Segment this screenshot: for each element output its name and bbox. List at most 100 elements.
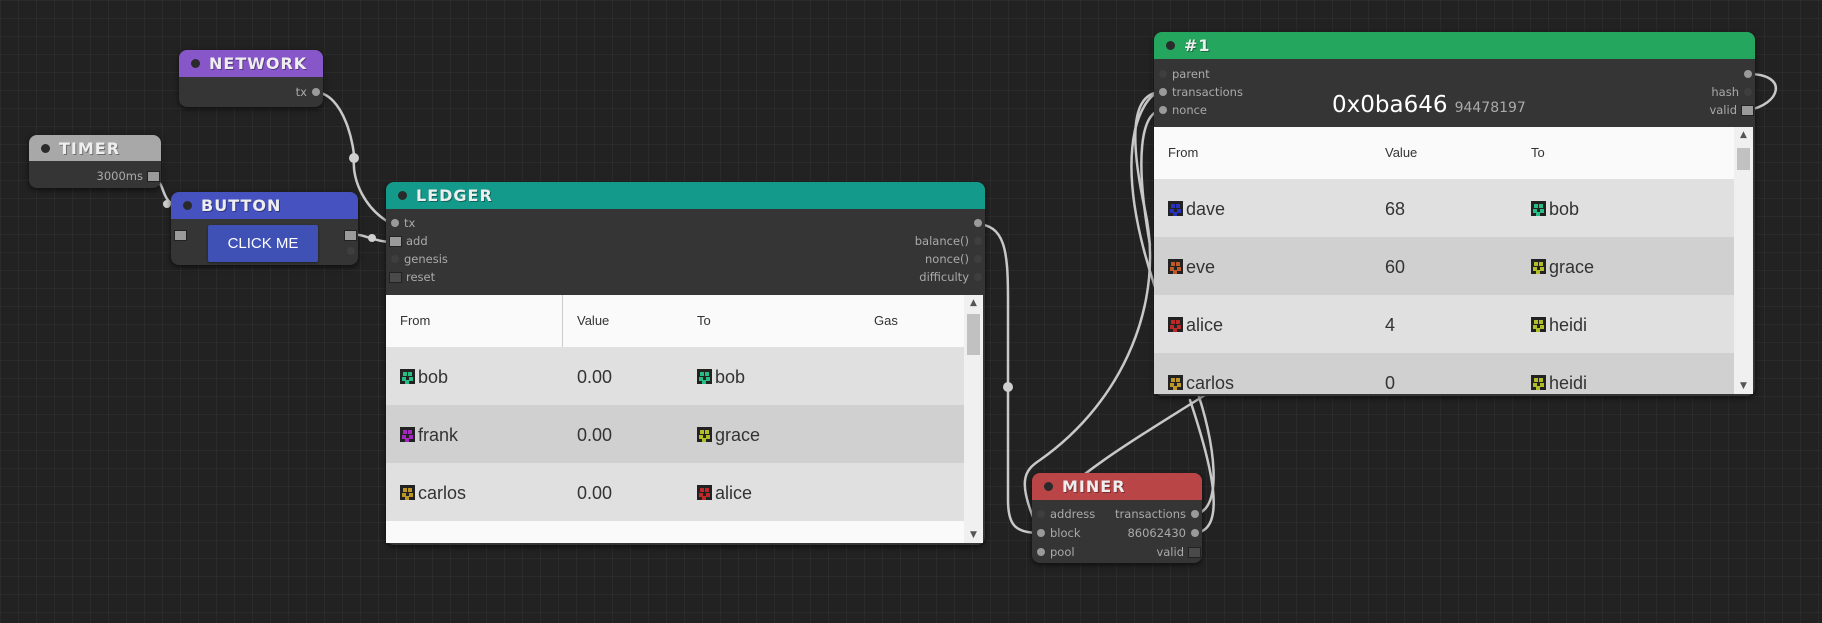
timer-node[interactable]: TIMER 3000ms [29,135,161,188]
output-connector-dot[interactable] [974,273,982,281]
collapse-dot[interactable] [1166,41,1175,50]
collapse-dot[interactable] [398,191,407,200]
output-pressed-slot[interactable] [342,243,358,259]
miner-node-header[interactable]: MINER [1032,473,1202,500]
column-header-to[interactable]: To [1531,145,1545,160]
collapse-dot[interactable] [1044,482,1053,491]
output-connector-dot[interactable] [974,237,982,245]
input-connector-dot[interactable] [1159,70,1167,78]
output-connector-dot[interactable] [1191,529,1199,537]
column-header-to[interactable]: To [697,313,711,328]
ledger-node-header[interactable]: LEDGER [386,182,985,209]
block-transactions-table[interactable]: From Value To dave 68 bob eve 60 grace alice 4 h… [1154,127,1753,394]
input-connector-dot[interactable] [1159,106,1167,114]
miner-node[interactable]: MINER address block pool transactions 86… [1032,473,1202,563]
column-header-value[interactable]: Value [1385,145,1417,160]
from-text: bob [418,367,449,387]
vertical-scrollbar[interactable]: ▲ ▼ [1734,127,1753,394]
collapse-dot[interactable] [183,201,192,210]
scroll-down-arrow-icon[interactable]: ▼ [1734,378,1753,394]
block-node-header[interactable]: #1 [1154,32,1755,59]
node-title: MINER [1062,477,1126,496]
button-node-header[interactable]: BUTTON [171,192,358,219]
output-transactions-slot[interactable]: transactions [1115,506,1202,522]
column-header-gas[interactable]: Gas [874,313,898,328]
avatar-icon [1168,201,1183,216]
button-node[interactable]: BUTTON CLICK ME [171,192,358,265]
input-block-slot[interactable]: block [1034,525,1081,541]
input-reset-slot[interactable]: reset [388,269,435,285]
input-pool-slot[interactable]: pool [1034,544,1075,560]
slot-label: address [1050,507,1096,521]
event-connector-square[interactable] [1188,547,1201,558]
event-connector-square[interactable] [147,171,160,182]
input-nonce-slot[interactable]: nonce [1156,102,1207,118]
output-valid-slot[interactable]: valid [1156,544,1202,560]
output-nonce-slot[interactable]: nonce() [925,251,985,267]
slot-label: add [406,234,428,248]
table-row[interactable]: bob 0.00 bob [386,347,964,405]
output-main-slot[interactable] [1739,66,1755,82]
input-parent-slot[interactable]: parent [1156,66,1210,82]
output-valid-slot[interactable]: valid [1709,102,1755,118]
table-row[interactable]: alice 4 heidi [1154,295,1734,353]
input-connector-dot[interactable] [1159,88,1167,96]
input-trigger-slot[interactable] [173,227,191,243]
table-row[interactable]: carlos 0 heidi [1154,353,1734,394]
scroll-thumb[interactable] [967,314,980,355]
output-connector-dot[interactable] [1191,510,1199,518]
scroll-thumb[interactable] [1737,148,1750,170]
scroll-up-arrow-icon[interactable]: ▲ [964,295,983,311]
output-click-slot[interactable] [340,227,358,243]
output-connector-dot[interactable] [1744,70,1752,78]
output-hash-slot[interactable]: hash [1711,84,1755,100]
event-connector-square[interactable] [344,230,357,241]
cell-value: 0.00 [577,483,612,504]
input-add-slot[interactable]: add [388,233,428,249]
scroll-down-arrow-icon[interactable]: ▼ [964,527,983,543]
output-difficulty-slot[interactable]: difficulty [919,269,985,285]
output-connector-dot[interactable] [312,88,320,96]
collapse-dot[interactable] [41,143,50,153]
table-row[interactable]: dave 68 bob [1154,179,1734,237]
input-connector-dot[interactable] [1037,510,1045,518]
output-tx-slot[interactable]: tx [296,84,323,100]
table-row[interactable]: eve 60 grace [1154,237,1734,295]
input-connector-dot[interactable] [1037,548,1045,556]
event-connector-square[interactable] [389,272,402,283]
event-connector-square[interactable] [174,230,187,241]
vertical-scrollbar[interactable]: ▲ ▼ [964,295,983,543]
slot-label: nonce() [925,252,969,266]
column-header-from[interactable]: From [400,313,430,328]
input-transactions-slot[interactable]: transactions [1156,84,1243,100]
ledger-node[interactable]: LEDGER tx add genesis reset balance() no… [386,182,985,545]
click-me-button[interactable]: CLICK ME [208,225,318,262]
network-node-header[interactable]: NETWORK [179,50,323,77]
table-row[interactable]: carlos 0.00 alice [386,463,964,521]
timer-node-header[interactable]: TIMER [29,135,161,161]
event-connector-square[interactable] [389,236,402,247]
column-header-from[interactable]: From [1168,145,1198,160]
output-connector-dot[interactable] [1744,88,1752,96]
event-connector-square[interactable] [1741,105,1754,116]
output-interval-slot[interactable]: 3000ms [97,168,161,184]
collapse-dot[interactable] [191,59,200,68]
table-row[interactable]: frank 0.00 grace [386,405,964,463]
input-address-slot[interactable]: address [1034,506,1095,522]
output-connector-dot[interactable] [974,219,982,227]
ledger-transactions-table[interactable]: From Value To Gas bob 0.00 bob frank 0.00 gra… [386,295,983,543]
input-connector-dot[interactable] [391,255,399,263]
input-genesis-slot[interactable]: genesis [388,251,448,267]
column-header-value[interactable]: Value [577,313,609,328]
input-tx-slot[interactable]: tx [388,215,415,231]
output-main-slot[interactable] [969,215,985,231]
scroll-up-arrow-icon[interactable]: ▲ [1734,127,1753,143]
output-connector-dot[interactable] [347,247,355,255]
output-balance-slot[interactable]: balance() [915,233,985,249]
input-connector-dot[interactable] [391,219,399,227]
output-connector-dot[interactable] [974,255,982,263]
input-connector-dot[interactable] [1037,529,1045,537]
block-node[interactable]: #1 parent transactions nonce hash valid … [1154,32,1755,396]
network-node[interactable]: NETWORK tx [179,50,323,107]
output-nonce-slot[interactable]: 86062430 [1127,525,1202,541]
